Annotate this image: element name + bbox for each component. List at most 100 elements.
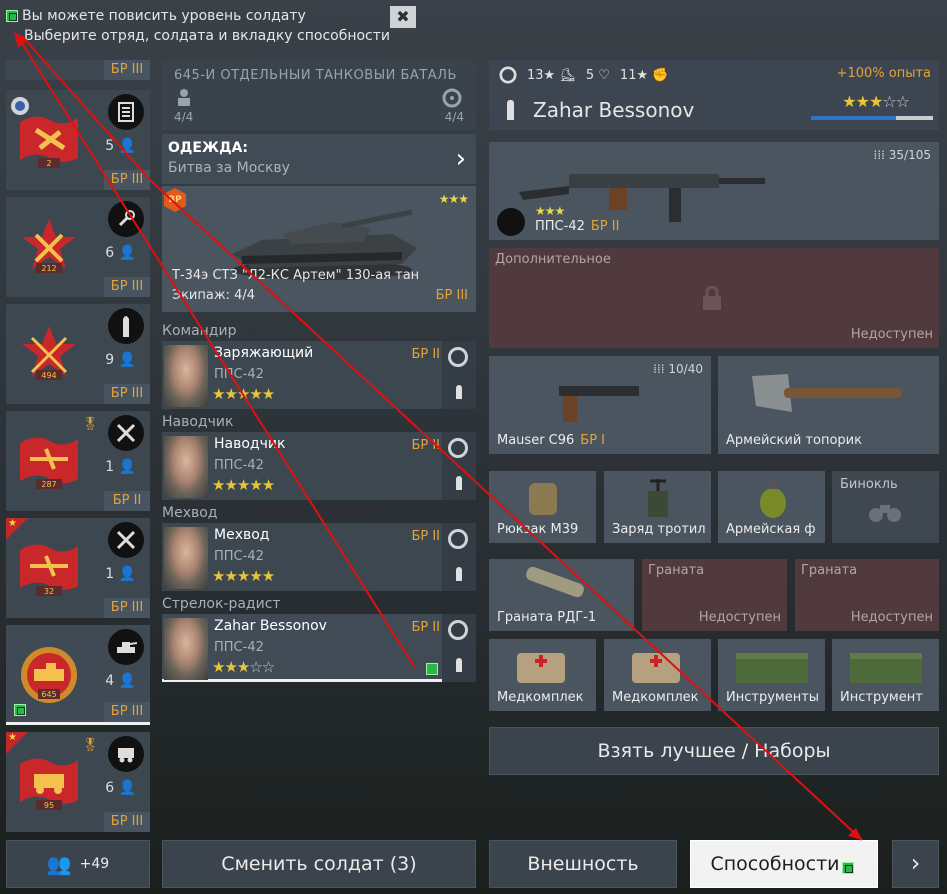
soldier-weapon: ППС-42 [214, 640, 264, 655]
squad-card[interactable]: ★ 95 🎖 6 👤 БР III [6, 732, 150, 832]
star-icon: ★ [8, 732, 17, 743]
flask-image [760, 479, 786, 518]
steering-wheel-icon [448, 438, 468, 458]
soldier-header: 13★ ⛸ 5 ♡ 11★ ✊ +100% опыта Zahar Besson… [489, 60, 939, 130]
soldier-br: БР II [411, 529, 440, 544]
squad-br: БР III [104, 702, 150, 722]
crew-role: Стрелок-радист [162, 596, 281, 612]
squad-card[interactable]: 494 9 👤 БР III [6, 304, 150, 404]
crew-role: Командир [162, 323, 237, 339]
clothes-selector[interactable]: ОДЕЖДА: Битва за Москву › [162, 134, 476, 184]
upgrade-icon [6, 10, 18, 22]
star-icon: ★ [8, 518, 17, 529]
gear-label: Армейская ф [726, 522, 816, 537]
weapon-label: Mauser C96 БР I [497, 433, 606, 448]
soldier-portrait [164, 527, 208, 589]
explosive-image [648, 479, 668, 517]
soldier-name: Zahar Bessonov [533, 98, 695, 122]
change-soldier-button[interactable]: Сменить солдат (3) [162, 840, 476, 888]
crew-side-panel [442, 432, 476, 500]
squad-count: 6 👤 [105, 780, 136, 796]
kit-slot[interactable]: Медкомплек [489, 639, 596, 711]
crew-card[interactable]: Заряжающий ППС-42 ★★★★★ БР II [162, 341, 476, 409]
crew-side-panel [442, 341, 476, 409]
soldier-stars: ★★★★★ [212, 476, 275, 494]
melee-slot[interactable]: Армейский топорик [718, 356, 939, 454]
soldier-icon [178, 89, 190, 106]
crossed-guns-icon [108, 522, 144, 558]
medkit-image [632, 653, 680, 683]
squad-card[interactable]: 2 5 👤 БР III [6, 90, 150, 190]
extra-status: Недоступен [850, 327, 933, 342]
kit-slot[interactable]: Инструмент [832, 639, 939, 711]
crew-card[interactable]: Мехвод ППС-42 ★★★★★ БР II [162, 523, 476, 591]
steering-wheel-icon [442, 88, 462, 108]
gear-label: Бинокль [840, 477, 898, 492]
grenade-status: Недоступен [698, 610, 781, 625]
squad-card-selected[interactable]: 645 4 👤 БР III [6, 625, 150, 725]
extra-slot[interactable]: Дополнительное Недоступен [489, 248, 939, 348]
next-button[interactable]: › [892, 840, 939, 888]
abilities-button[interactable]: Способности [690, 840, 878, 888]
hint-line-1: Вы можете повисить уровень солдату [22, 8, 306, 24]
weapon-label: Армейский топорик [726, 433, 862, 448]
stat-vehicle: 13★ ⛸ [527, 67, 576, 83]
binoculars-slot[interactable]: Бинокль [832, 471, 939, 543]
squad-br: БР III [104, 384, 150, 404]
crew-side-panel [442, 614, 476, 682]
grenade-label: Граната РДГ-1 [497, 610, 597, 625]
gear-label: Рюкзак М39 [497, 522, 579, 537]
vehicles-count: 4/4 [444, 110, 464, 124]
soldier-portrait [164, 345, 208, 407]
tank-icon [108, 629, 144, 665]
ammo-count: ⁞⁞⁞ 35/105 [873, 148, 931, 162]
squad-number: 645 [41, 690, 56, 699]
order-icon: 🎖 [82, 738, 99, 753]
grenade-slot-locked[interactable]: Граната Недоступен [642, 559, 787, 631]
squad-card[interactable]: 287 🎖 1 👤 БР II [6, 411, 150, 511]
squad-number: 2 [46, 159, 51, 168]
gear-slot[interactable]: Армейская ф [718, 471, 825, 543]
secondary-weapon-slot[interactable]: ⁞⁞⁞ 10/40 Mauser C96 БР I [489, 356, 711, 454]
reserve-button[interactable]: 👥 +49 [6, 840, 150, 888]
kit-slot[interactable]: Инструменты [718, 639, 825, 711]
grenade-label: Граната [801, 563, 858, 578]
abilities-label: Способности [710, 853, 840, 875]
squad-number: 95 [44, 801, 54, 810]
vehicle-br: БР III [435, 288, 468, 303]
vehicle-card[interactable]: BP ★★★ Т-34э СТЗ "Л2-КС Артем" 130-ая та… [162, 186, 476, 312]
grenade-slot[interactable]: Граната РДГ-1 [489, 559, 634, 631]
best-loadout-button[interactable]: Взять лучшее / Наборы [489, 727, 939, 775]
soldier-name: Наводчик [214, 436, 286, 452]
stat-health: 5 ♡ [585, 67, 610, 83]
appearance-button[interactable]: Внешность [489, 840, 677, 888]
grenade-label: Граната [648, 563, 705, 578]
crew-card-selected[interactable]: Zahar Bessonov ППС-42 ★★★☆☆ БР II [162, 614, 476, 682]
manual-icon [497, 208, 525, 236]
vehicle-crew: Экипаж: 4/4 [172, 288, 255, 303]
squad-card[interactable]: 212 6 👤 БР III [6, 197, 150, 297]
soldier-portrait [164, 436, 208, 498]
ammo-count: ⁞⁞⁞ 10/40 [653, 362, 703, 376]
squad-number: 287 [41, 480, 56, 489]
squad-emblem: 95 [20, 758, 78, 810]
bullet-icon [507, 100, 514, 120]
bullet-icon [456, 476, 462, 490]
primary-weapon-slot[interactable]: ⁞⁞⁞ 35/105 ★★★ ППС-42 БР II [489, 142, 939, 240]
squad-card-top[interactable]: БР III [6, 60, 150, 80]
battle-pass-badge: BP [164, 188, 186, 212]
soldier-name: Мехвод [214, 527, 270, 543]
gear-slot[interactable]: Заряд тротил [604, 471, 711, 543]
binoculars-icon [869, 505, 901, 522]
soldier-br: БР II [411, 347, 440, 362]
grenade-slot-locked[interactable]: Граната Недоступен [795, 559, 939, 631]
squad-card[interactable]: ★ 32 1 👤 БР III [6, 518, 150, 618]
crew-card[interactable]: Наводчик ППС-42 ★★★★★ БР II [162, 432, 476, 500]
close-hint-button[interactable]: ✖ [390, 6, 416, 28]
squad-count: 5 👤 [105, 138, 136, 154]
gear-slot[interactable]: Рюкзак М39 [489, 471, 596, 543]
kit-slot[interactable]: Медкомплек [604, 639, 711, 711]
crew-role: Мехвод [162, 505, 218, 521]
soldier-rank-stars: ★★★☆☆ [842, 92, 910, 111]
upgrade-icon [841, 862, 854, 874]
